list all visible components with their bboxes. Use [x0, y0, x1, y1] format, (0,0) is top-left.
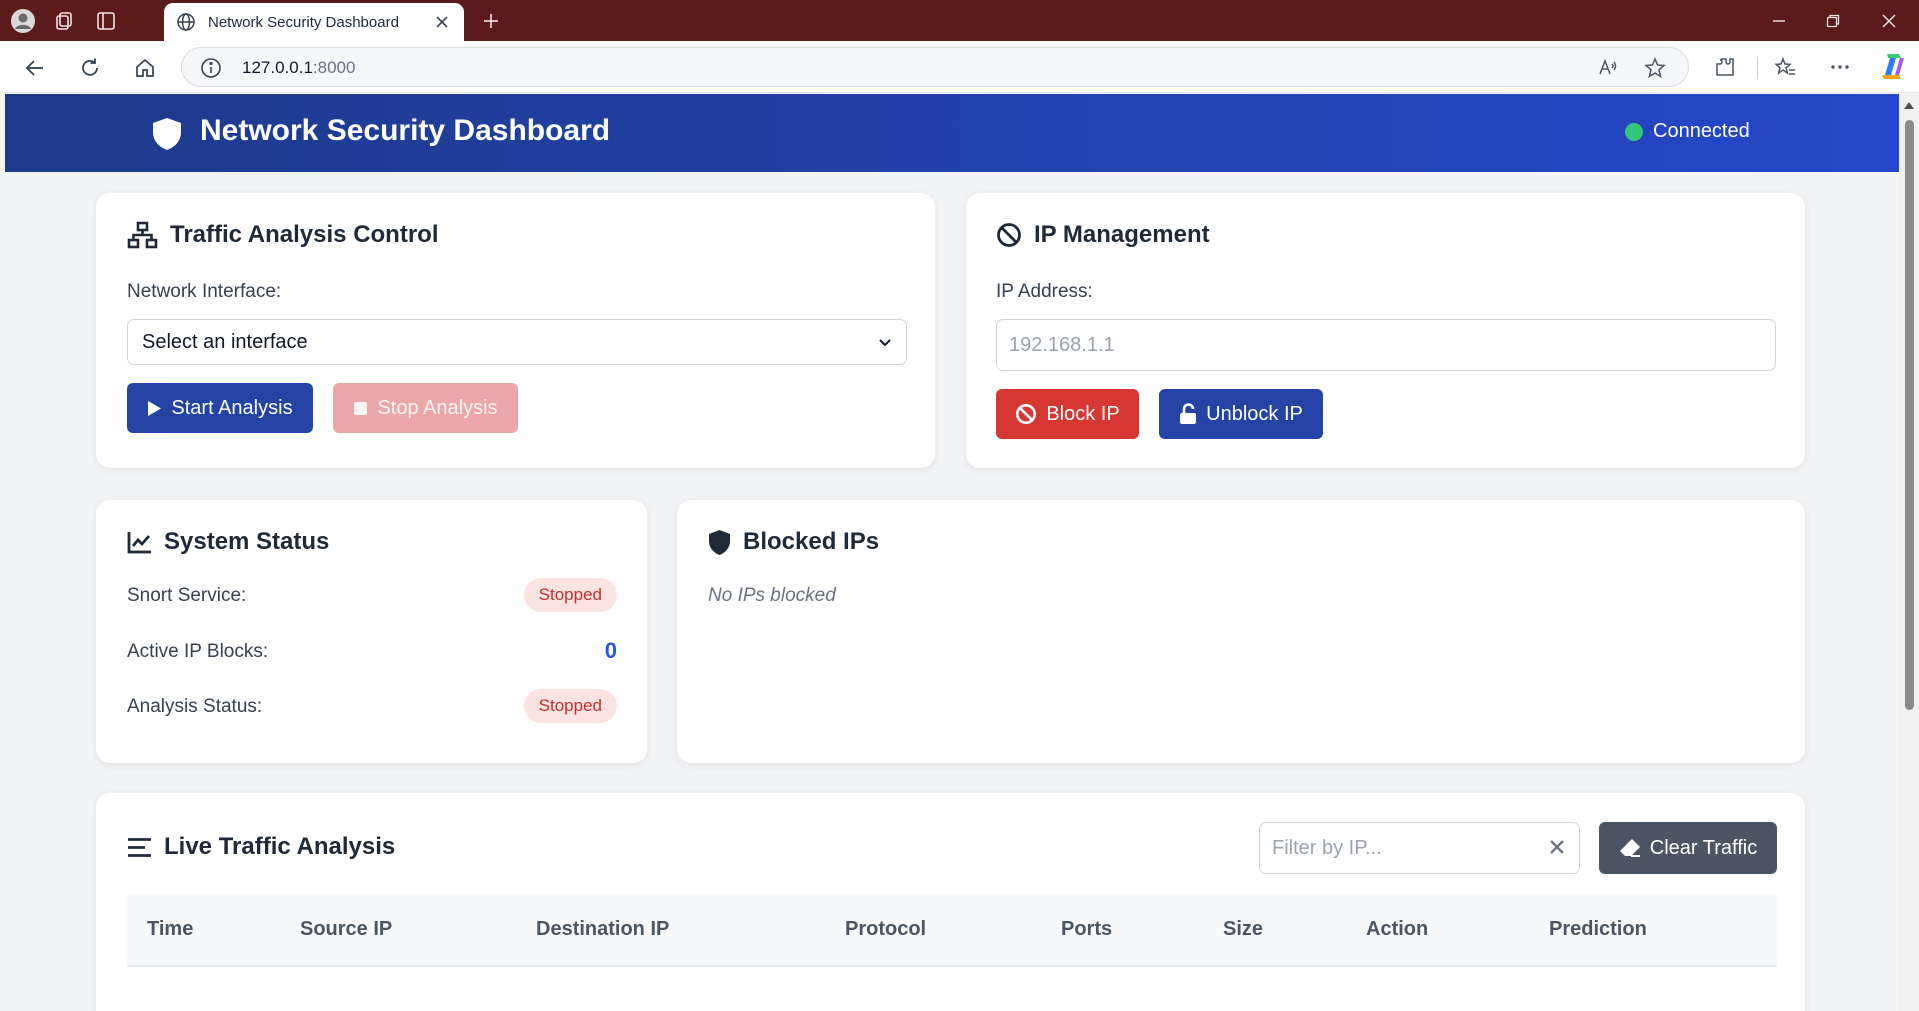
toolbar-divider: [1757, 57, 1758, 79]
column-header-action: Action: [1366, 918, 1429, 940]
ip-address-input[interactable]: 192.168.1.1: [996, 319, 1776, 371]
snort-service-status-badge: Stopped: [523, 578, 617, 612]
ban-icon: [997, 223, 1021, 247]
sitemap-icon: [127, 221, 158, 249]
ip-management-title-text: IP Management: [1034, 221, 1210, 248]
column-header-time: Time: [147, 918, 194, 940]
live-traffic-card: Live Traffic Analysis Filter by IP... Cl…: [96, 793, 1805, 1011]
active-ip-blocks-label: Active IP Blocks:: [127, 641, 269, 662]
block-ip-button[interactable]: Block IP: [996, 389, 1139, 439]
url-text: 127.0.0.1:8000: [242, 58, 355, 78]
live-traffic-title-text: Live Traffic Analysis: [164, 833, 396, 860]
home-icon[interactable]: [130, 53, 160, 83]
page-viewport: Network Security Dashboard Connected Tra…: [5, 94, 1899, 1011]
connection-status-dot: [1625, 123, 1643, 141]
copilot-icon[interactable]: [1878, 52, 1908, 82]
clear-filter-icon[interactable]: [1547, 837, 1567, 857]
stop-analysis-button[interactable]: Stop Analysis: [333, 383, 518, 433]
column-header-prediction: Prediction: [1549, 918, 1647, 940]
clear-traffic-button[interactable]: Clear Traffic: [1599, 822, 1777, 874]
workspaces-icon[interactable]: [51, 8, 77, 34]
page-scrollbar[interactable]: [1899, 94, 1919, 1011]
column-header-ports: Ports: [1061, 918, 1113, 940]
live-traffic-title: Live Traffic Analysis: [127, 833, 395, 861]
system-status-card: System Status Snort Service: Stopped Act…: [96, 500, 647, 763]
start-analysis-label: Start Analysis: [171, 396, 293, 419]
close-window-icon[interactable]: [1876, 8, 1902, 34]
column-header-source-ip: Source IP: [300, 918, 393, 940]
blocked-ips-card: Blocked IPs No IPs blocked: [677, 500, 1805, 763]
url-port: :8000: [312, 58, 356, 77]
connection-status: Connected: [1653, 120, 1750, 142]
browser-tab-strip: Network Security Dashboard: [0, 0, 1919, 41]
analysis-status-badge: Stopped: [523, 689, 617, 723]
block-ip-label: Block IP: [1046, 402, 1120, 425]
system-status-title-text: System Status: [164, 528, 330, 555]
address-bar[interactable]: 127.0.0.1:8000: [181, 47, 1689, 87]
ban-icon: [1016, 404, 1037, 424]
bars-icon: [128, 837, 151, 857]
active-tab[interactable]: Network Security Dashboard: [164, 3, 464, 41]
shield-icon: [709, 529, 730, 555]
traffic-table-header: Time Source IP Destination IP Protocol P…: [127, 894, 1777, 967]
traffic-control-title: Traffic Analysis Control: [127, 221, 439, 249]
ip-management-title: IP Management: [996, 221, 1210, 249]
snort-service-label: Snort Service:: [127, 585, 247, 606]
analysis-status-label: Analysis Status:: [127, 696, 263, 717]
plus-icon[interactable]: [478, 8, 504, 34]
favorites-icon[interactable]: [1770, 52, 1800, 82]
url-host: 127.0.0.1: [242, 58, 313, 77]
close-icon[interactable]: [432, 12, 452, 32]
traffic-control-title-text: Traffic Analysis Control: [170, 221, 439, 248]
stop-analysis-label: Stop Analysis: [377, 396, 498, 419]
blocked-ips-title: Blocked IPs: [708, 528, 879, 556]
interface-select-value: Select an interface: [142, 330, 308, 353]
tab-title: Network Security Dashboard: [208, 13, 399, 31]
column-header-protocol: Protocol: [845, 918, 927, 940]
globe-icon: [177, 13, 195, 31]
ip-filter-placeholder: Filter by IP...: [1272, 836, 1382, 859]
browser-toolbar: 127.0.0.1:8000: [0, 41, 1919, 93]
clear-traffic-label: Clear Traffic: [1649, 836, 1758, 859]
more-icon[interactable]: [1825, 52, 1855, 82]
back-icon[interactable]: [20, 53, 50, 83]
column-header-destination-ip: Destination IP: [536, 918, 670, 940]
shield-icon: [153, 118, 181, 150]
scrollbar-thumb[interactable]: [1905, 120, 1914, 710]
unblock-ip-label: Unblock IP: [1206, 402, 1303, 425]
traffic-control-card: Traffic Analysis Control Network Interfa…: [96, 193, 935, 468]
system-status-title: System Status: [127, 528, 329, 556]
extensions-icon[interactable]: [1710, 52, 1740, 82]
interface-label: Network Interface:: [127, 281, 282, 302]
ip-filter-input[interactable]: Filter by IP...: [1259, 822, 1580, 874]
ip-management-card: IP Management IP Address: 192.168.1.1 Bl…: [966, 193, 1805, 468]
eraser-icon: [1619, 839, 1640, 857]
maximize-icon[interactable]: [1820, 8, 1846, 34]
ip-address-label: IP Address:: [996, 281, 1093, 302]
column-header-size: Size: [1223, 918, 1264, 940]
minimize-icon[interactable]: [1766, 8, 1792, 34]
chart-line-icon: [127, 531, 151, 553]
page-title: Network Security Dashboard: [200, 114, 611, 147]
info-icon[interactable]: [200, 57, 222, 79]
tab-actions-icon[interactable]: [93, 8, 119, 34]
play-icon: [148, 400, 162, 416]
star-icon[interactable]: [1644, 57, 1666, 79]
dashboard-header: Network Security Dashboard Connected: [5, 94, 1899, 172]
read-aloud-icon[interactable]: [1597, 57, 1619, 79]
ip-address-placeholder: 192.168.1.1: [1009, 333, 1115, 356]
interface-select[interactable]: Select an interface: [127, 319, 907, 365]
refresh-icon[interactable]: [75, 53, 105, 83]
lock-open-icon: [1180, 403, 1197, 424]
start-analysis-button[interactable]: Start Analysis: [127, 383, 313, 433]
unblock-ip-button[interactable]: Unblock IP: [1159, 389, 1323, 439]
active-ip-blocks-count: 0: [604, 638, 617, 663]
blocked-ips-title-text: Blocked IPs: [743, 528, 880, 555]
blocked-ips-empty-message: No IPs blocked: [708, 585, 836, 606]
profile-icon[interactable]: [10, 8, 36, 34]
scroll-up-arrow[interactable]: [1904, 102, 1914, 109]
stop-icon: [354, 401, 368, 415]
chevron-down-icon: [879, 338, 891, 346]
